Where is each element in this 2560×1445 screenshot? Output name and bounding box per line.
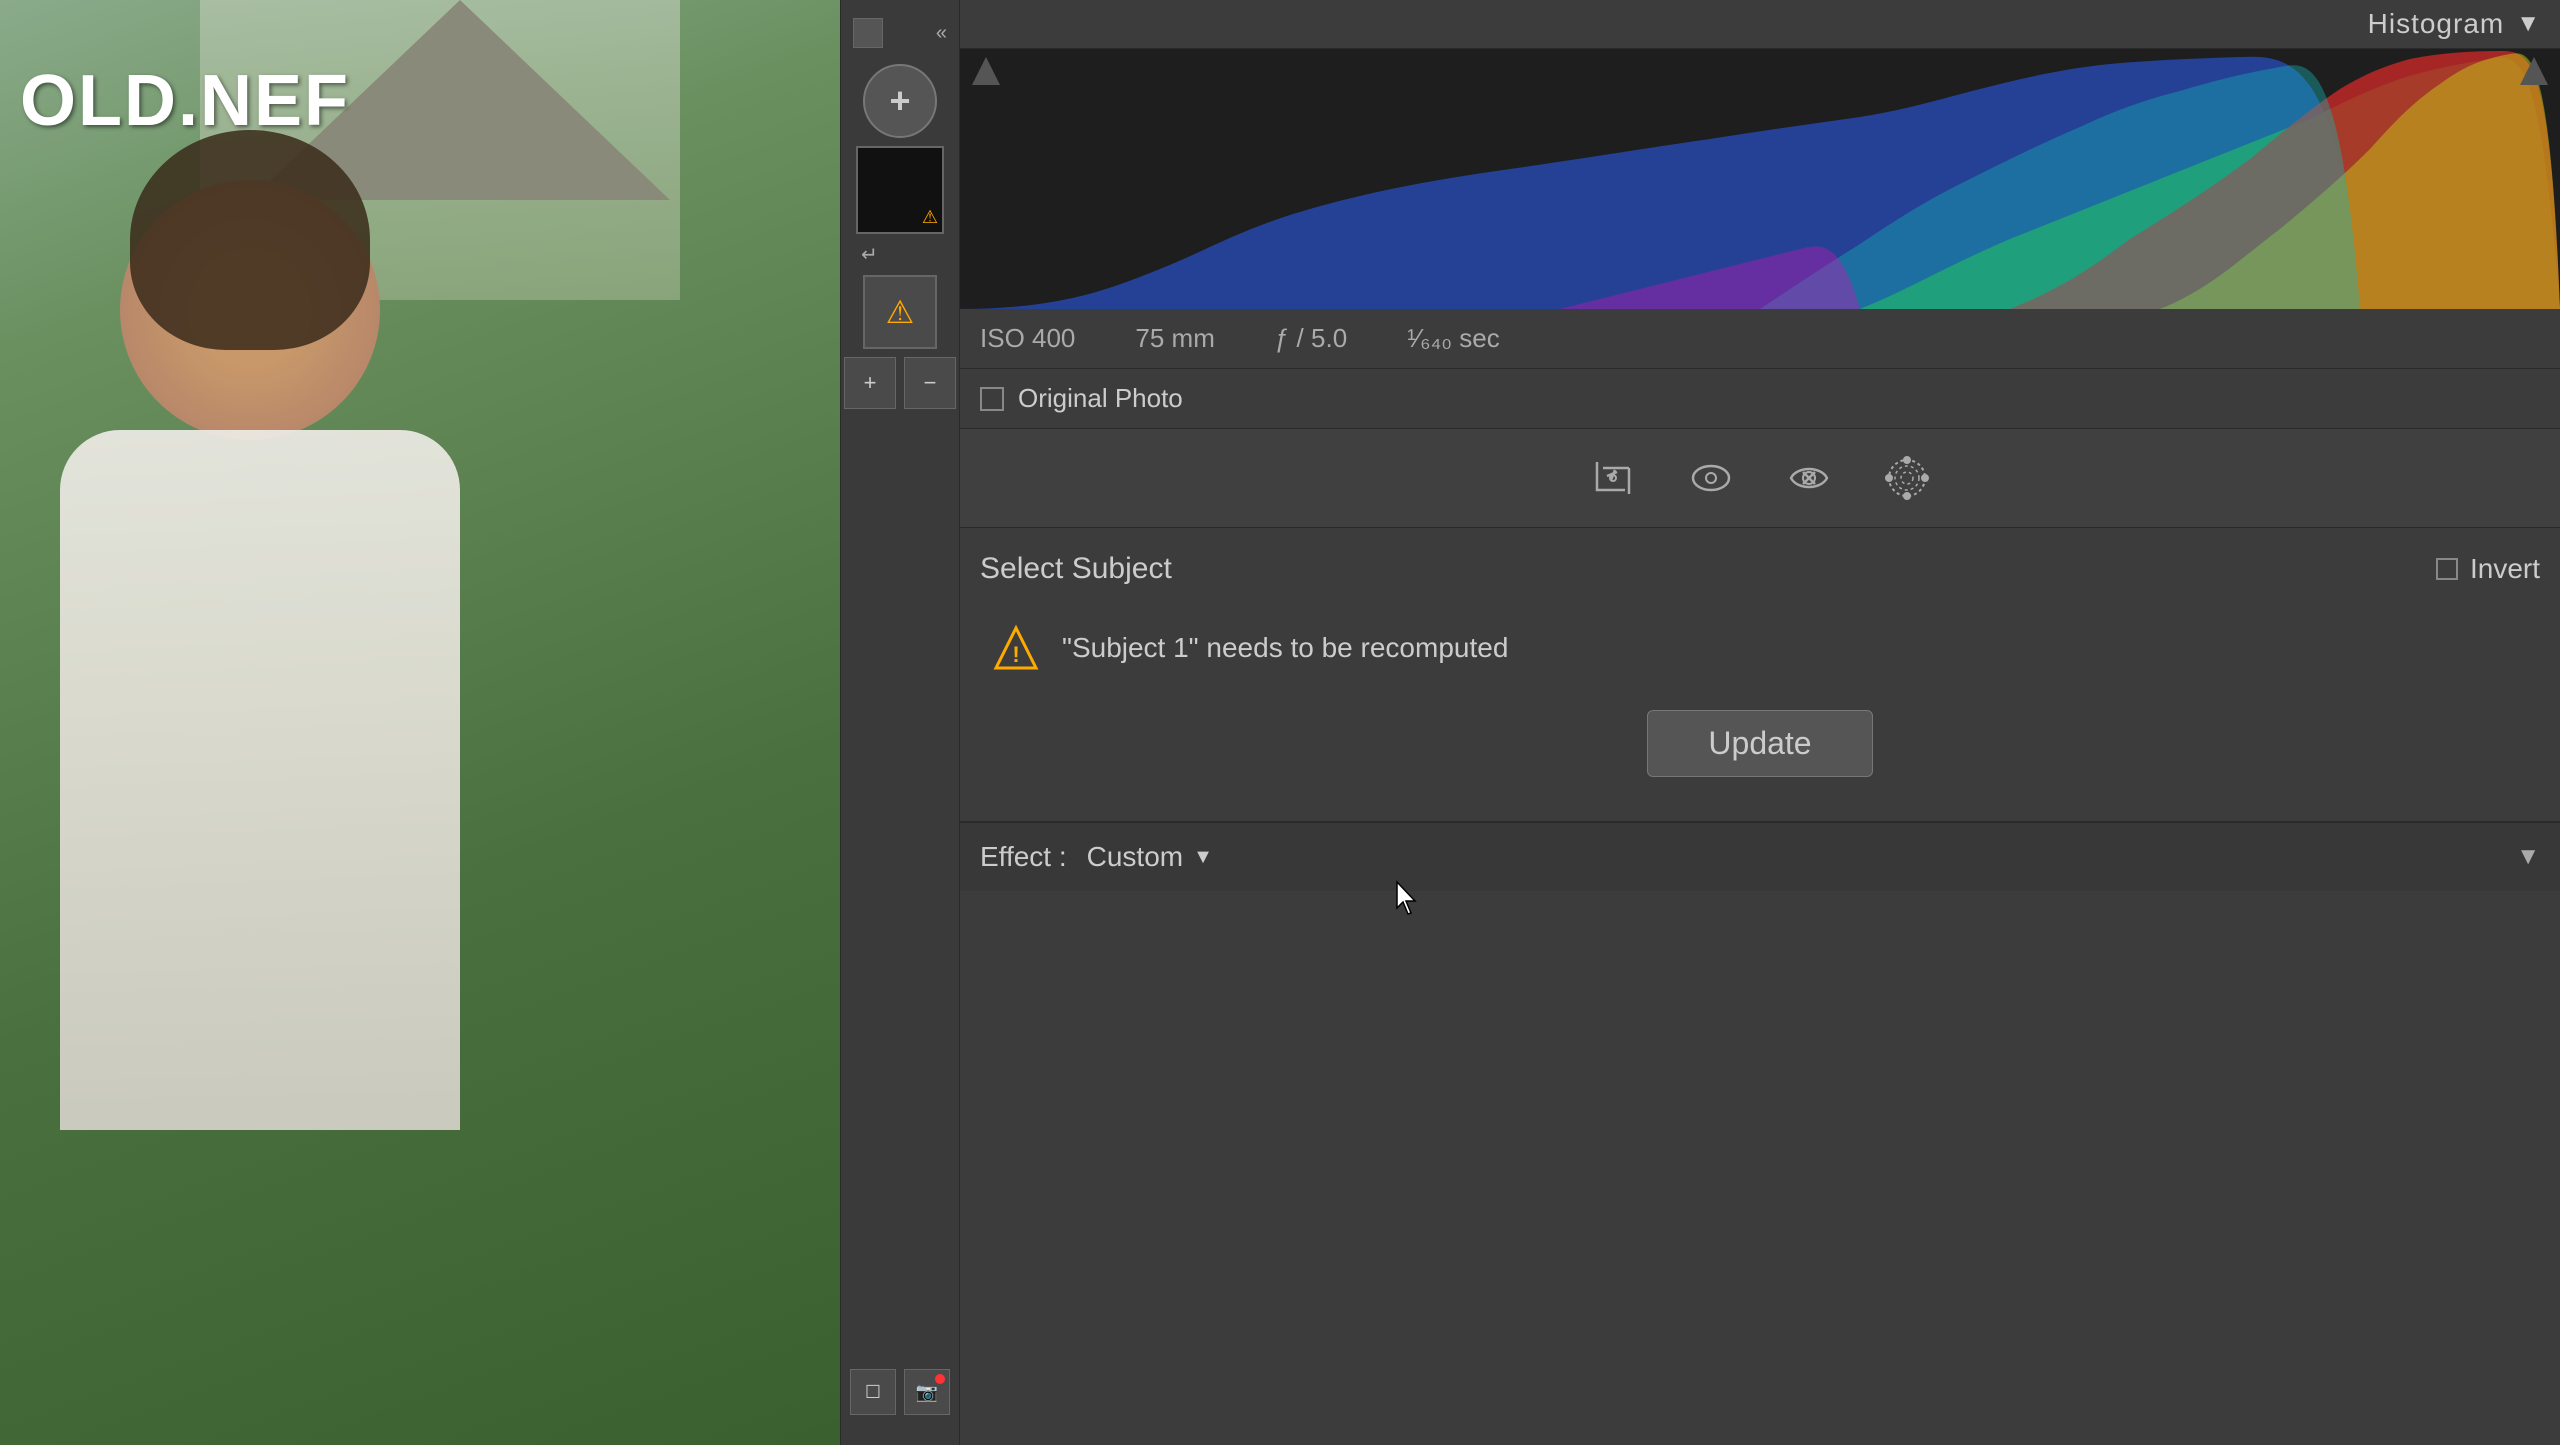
add-small-button[interactable]: + — [844, 357, 896, 409]
tools-row — [960, 429, 2560, 528]
invert-checkbox[interactable] — [2436, 558, 2458, 580]
effect-value: Custom — [1087, 841, 1183, 873]
warning-icon: ⚠ — [886, 293, 915, 331]
original-photo-label: Original Photo — [1018, 383, 1183, 414]
plus-small-icon: + — [864, 370, 877, 396]
square-icon: ☐ — [865, 1382, 881, 1403]
effect-label-row: Effect : Custom ▼ — [980, 841, 1213, 873]
camera-button[interactable]: 📷 — [904, 1369, 950, 1415]
toolbar: « + ⚠ ↵ ⚠ + − ☐ 📷 — [840, 0, 960, 1445]
svg-text:!: ! — [1012, 642, 1019, 667]
aperture-value: ƒ / 5.0 — [1275, 323, 1347, 354]
warning-triangle-icon: ! — [990, 622, 1042, 674]
toolbar-bottom-row: ☐ 📷 — [850, 1369, 950, 1435]
effect-value-row: Custom ▼ — [1087, 841, 1213, 873]
minus-icon: − — [924, 370, 937, 396]
effect-section-collapse[interactable]: ▼ — [2516, 843, 2540, 871]
masking-tool[interactable] — [1780, 449, 1838, 507]
plus-icon: + — [889, 80, 910, 122]
photo-area: OLD.NEF — [0, 0, 840, 1445]
square-icon-btn[interactable]: ☐ — [850, 1369, 896, 1415]
histogram-canvas — [960, 49, 2560, 309]
histogram-dropdown-arrow[interactable]: ▼ — [2516, 10, 2540, 38]
invert-label: Invert — [2470, 553, 2540, 585]
back-chevrons[interactable]: « — [936, 22, 947, 45]
crop-icon — [1589, 454, 1637, 502]
preview-thumbnail[interactable]: ⚠ — [856, 146, 944, 234]
histogram-title: Histogram — [2368, 8, 2505, 40]
add-remove-row: + − — [844, 357, 956, 409]
effect-label: Effect : — [980, 841, 1067, 873]
select-subject-header: Select Subject Invert — [980, 552, 2540, 586]
healing-tool[interactable] — [1682, 449, 1740, 507]
iso-value: ISO 400 — [980, 323, 1075, 354]
radial-icon — [1883, 454, 1931, 502]
healing-icon — [1687, 454, 1735, 502]
update-btn-row: Update — [980, 690, 2540, 797]
update-button[interactable]: Update — [1647, 710, 1872, 777]
preview-warning-icon: ⚠ — [922, 207, 938, 228]
original-photo-row: Original Photo — [960, 369, 2560, 429]
focal-length-value: 75 mm — [1135, 323, 1214, 354]
select-subject-section: Select Subject Invert ! "Subject 1" need… — [960, 528, 2560, 822]
effect-header: Effect : Custom ▼ ▼ — [960, 823, 2560, 891]
toolbar-top-row: « — [841, 10, 959, 56]
remove-small-button[interactable]: − — [904, 357, 956, 409]
histogram-header: Histogram ▼ — [960, 0, 2560, 49]
photo-background — [0, 0, 840, 1445]
add-button[interactable]: + — [863, 64, 937, 138]
photo-filename: OLD.NEF — [20, 60, 350, 142]
warning-message: "Subject 1" needs to be recomputed — [1062, 632, 1508, 664]
warning-row: ! "Subject 1" needs to be recomputed — [980, 606, 2540, 690]
original-photo-checkbox[interactable] — [980, 387, 1004, 411]
camera-icon: 📷 — [916, 1382, 938, 1403]
select-subject-title: Select Subject — [980, 552, 1172, 586]
warning-box[interactable]: ⚠ — [863, 275, 937, 349]
radial-filter-tool[interactable] — [1878, 449, 1936, 507]
effect-section: Effect : Custom ▼ ▼ — [960, 822, 2560, 891]
shutter-speed-value: ¹⁄₆₄₀ sec — [1407, 323, 1500, 354]
toolbar-square-icon — [853, 18, 883, 48]
effect-dropdown-button[interactable]: ▼ — [1193, 846, 1213, 869]
crop-tool[interactable] — [1584, 449, 1642, 507]
camera-info: ISO 400 75 mm ƒ / 5.0 ¹⁄₆₄₀ sec — [960, 309, 2560, 369]
histogram-chart — [960, 49, 2560, 309]
indent-arrow: ↵ — [841, 242, 878, 267]
right-panel: Histogram ▼ ISO 400 75 mm ƒ / 5.0 ¹⁄₆₄₀ … — [960, 0, 2560, 1445]
mask-icon — [1785, 454, 1833, 502]
invert-row: Invert — [2436, 553, 2540, 585]
red-dot-indicator — [935, 1374, 945, 1384]
